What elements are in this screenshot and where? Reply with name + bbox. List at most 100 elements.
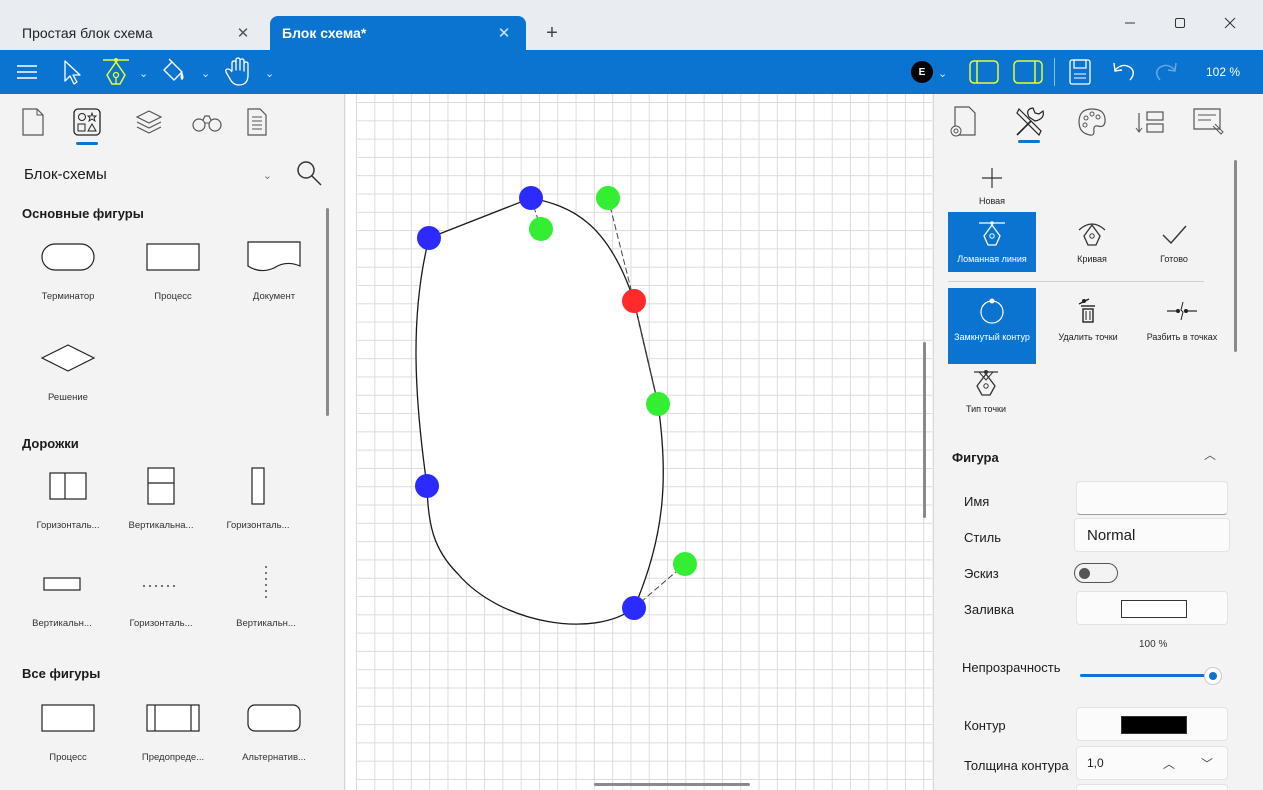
delete-points-button[interactable]: Удалить точки <box>1038 288 1138 348</box>
tab-flowchart[interactable]: Блок схема* ✕ <box>270 16 526 50</box>
process-shape-icon <box>41 704 95 732</box>
done-button[interactable]: Готово <box>1130 212 1218 272</box>
shape-horizontal-lane[interactable]: Горизонталь... <box>210 466 306 531</box>
shapes-tab[interactable] <box>70 104 104 140</box>
search-shapes-tab[interactable] <box>190 104 224 140</box>
chevron-down-icon[interactable]: ⌄ <box>139 67 148 80</box>
shape-alternate-process[interactable]: Альтернатив... <box>226 698 322 763</box>
text-properties-tab[interactable] <box>1188 102 1228 142</box>
shapes-scrollbar[interactable] <box>326 208 329 416</box>
shape-vertical-pool[interactable]: Вертикальна... <box>113 466 209 531</box>
pen-tool-button[interactable] <box>98 56 134 88</box>
control-point[interactable] <box>673 552 697 576</box>
shape-predefined-process[interactable]: Предопреде... <box>125 698 221 763</box>
pan-tool-button[interactable] <box>220 56 254 88</box>
anchor-point[interactable] <box>519 186 543 210</box>
properties-scrollbar[interactable] <box>1234 160 1237 352</box>
redo-icon <box>1156 62 1177 81</box>
shape-terminator[interactable]: Терминатор <box>20 237 116 302</box>
add-tab-button[interactable]: + <box>540 22 564 45</box>
shape-horizontal-separator[interactable]: Горизонталь... <box>113 564 209 629</box>
library-tab[interactable] <box>240 104 274 140</box>
chevron-down-icon[interactable]: ⌄ <box>265 67 274 80</box>
section-swimlanes: Дорожки <box>22 436 79 451</box>
name-input[interactable] <box>1076 481 1228 515</box>
separator-icon <box>143 585 179 587</box>
control-point[interactable] <box>646 392 670 416</box>
new-path-button[interactable]: Новая <box>948 158 1036 218</box>
search-icon <box>297 161 322 186</box>
category-dropdown[interactable]: Блок-схемы ⌄ <box>10 156 278 192</box>
chevron-down-icon[interactable]: ⌄ <box>938 67 947 80</box>
properties-panel: Новая Ломанная линия Кривая Готово Замкн… <box>933 94 1263 790</box>
shape-horizontal-pool[interactable]: Горизонталь... <box>20 466 116 531</box>
sketch-toggle[interactable] <box>1074 563 1118 583</box>
opacity-slider-thumb[interactable] <box>1204 667 1222 685</box>
control-point[interactable] <box>529 217 553 241</box>
tool-label: Разбить в точках <box>1146 332 1218 342</box>
shape-label: Альтернатив... <box>242 752 306 763</box>
anchor-point[interactable] <box>415 474 439 498</box>
chevron-up-icon[interactable]: ︿ <box>1163 755 1175 772</box>
anchor-point[interactable] <box>417 226 441 250</box>
tool-label: Новая <box>978 196 1006 206</box>
predefined-process-icon <box>146 704 200 732</box>
chevron-up-icon[interactable]: ︿ <box>1204 446 1216 463</box>
page-tab[interactable] <box>16 104 50 140</box>
control-point[interactable] <box>596 186 620 210</box>
closed-contour-icon <box>980 298 1004 324</box>
anchor-point[interactable] <box>622 596 646 620</box>
layers-tab[interactable] <box>132 104 166 140</box>
shape-label: Вертикальн... <box>32 618 92 629</box>
closed-contour[interactable] <box>415 197 664 625</box>
close-tab-icon[interactable]: ✕ <box>233 24 253 42</box>
tab-title: Блок схема* <box>282 25 367 41</box>
undo-button[interactable] <box>1108 56 1140 88</box>
split-at-points-button[interactable]: Разбить в точках <box>1132 288 1232 348</box>
zoom-level[interactable]: 102 % <box>1206 65 1240 79</box>
shape-process[interactable]: Процесс <box>20 698 116 763</box>
page-settings-tab[interactable] <box>942 102 982 142</box>
outline-color-button[interactable] <box>1076 707 1228 741</box>
user-avatar[interactable]: E <box>910 56 934 88</box>
minimize-button[interactable] <box>1110 8 1150 38</box>
select-tool-button[interactable] <box>56 56 86 88</box>
shape-document[interactable]: Документ <box>226 237 322 302</box>
fill-color-button[interactable] <box>1076 591 1228 625</box>
style-palette-tab[interactable] <box>1072 102 1112 142</box>
toggle-left-panel-button[interactable] <box>966 56 1002 88</box>
shape-process[interactable]: Процесс <box>125 237 221 302</box>
search-button[interactable] <box>293 158 325 195</box>
closed-contour-button[interactable]: Замкнутый контур <box>948 288 1036 364</box>
shape-decision[interactable]: Решение <box>20 338 116 403</box>
tool-label: Тип точки <box>966 404 1006 414</box>
close-tab-icon[interactable]: ✕ <box>494 24 514 42</box>
save-button[interactable] <box>1064 56 1096 88</box>
canvas-horizontal-scrollbar[interactable] <box>594 783 750 786</box>
chevron-down-icon[interactable]: ⌄ <box>201 67 210 80</box>
selected-point[interactable] <box>622 289 646 313</box>
tools-tab[interactable] <box>1010 102 1050 142</box>
layers-icon <box>135 110 163 134</box>
opacity-slider-track[interactable] <box>1080 674 1216 677</box>
point-type-button[interactable]: Тип точки <box>942 360 1030 420</box>
close-window-button[interactable] <box>1210 8 1250 38</box>
drawing-canvas[interactable] <box>346 94 932 790</box>
thickness-stepper[interactable]: 1,0 ︿ ﹀ <box>1076 746 1228 780</box>
shape-vertical-lane[interactable]: Вертикальн... <box>14 564 110 629</box>
style-select[interactable]: Normal <box>1074 518 1230 552</box>
fill-tool-button[interactable] <box>156 56 190 88</box>
toggle-right-panel-button[interactable] <box>1010 56 1046 88</box>
menu-button[interactable] <box>12 56 42 88</box>
redo-button[interactable] <box>1150 56 1182 88</box>
canvas-vertical-scrollbar[interactable] <box>923 342 926 518</box>
tab-simple-flowchart[interactable]: Простая блок схема ✕ <box>10 16 265 50</box>
chevron-down-icon[interactable]: ﹀ <box>1201 755 1213 772</box>
polyline-tool-button[interactable]: Ломанная линия <box>948 212 1036 272</box>
shape-vertical-separator[interactable]: Вертикальн... <box>218 564 314 629</box>
arrange-tab[interactable] <box>1130 102 1170 142</box>
curve-tool-button[interactable]: Кривая <box>1048 212 1136 272</box>
maximize-button[interactable] <box>1160 8 1200 38</box>
avatar-letter: E <box>911 61 933 83</box>
horizontal-pool-icon <box>49 472 87 500</box>
